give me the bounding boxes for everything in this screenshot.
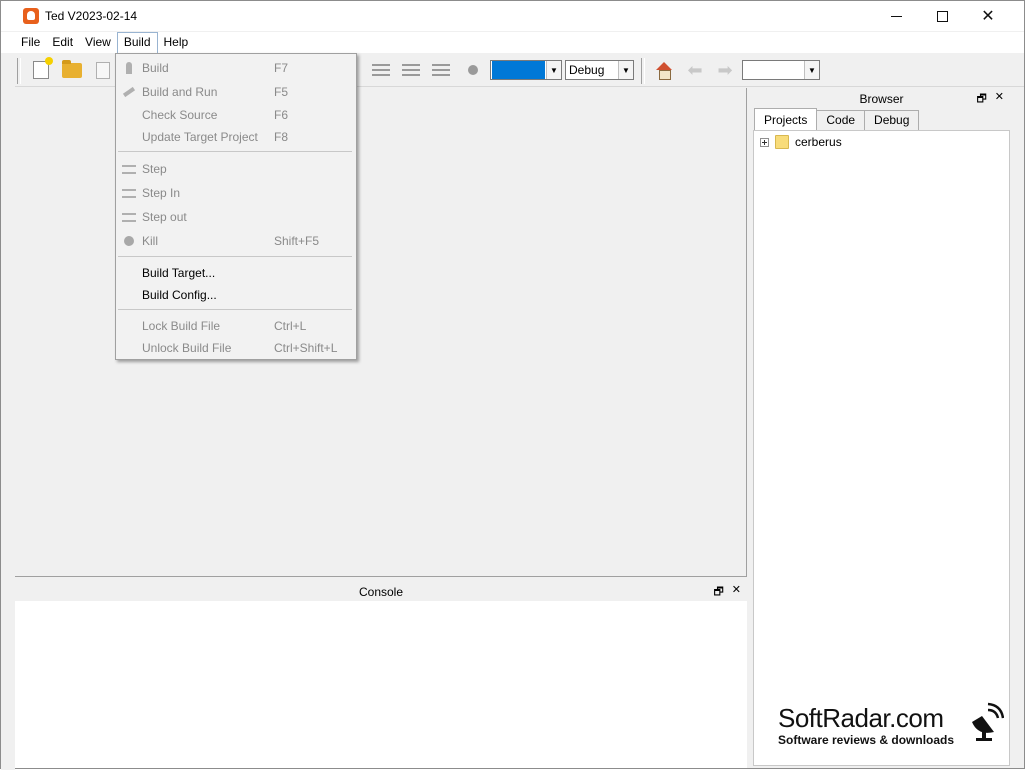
arrow-left-icon: ⬅ [687,59,703,80]
step-button[interactable] [369,59,393,81]
browser-title: Browser [859,92,904,106]
menu-item-kill[interactable]: Kill Shift+F5 [116,230,356,252]
console-title: Console [358,585,404,599]
build-menu-dropdown: Build F7 Build and Run F5 Check Source F… [115,53,357,360]
maximize-icon [936,10,948,22]
step-in-icon [402,64,420,76]
home-icon [656,62,672,80]
step-in-icon [122,188,136,198]
close-file-icon [96,61,110,79]
forward-button[interactable]: ➡ [713,59,737,81]
nav-combo[interactable]: ▼ [742,60,820,80]
tab-debug[interactable]: Debug [864,110,920,130]
menu-item-step-in[interactable]: Step In [116,182,356,204]
close-file-button[interactable] [91,59,115,81]
float-icon[interactable]: 🗗 [976,90,986,109]
step-in-button[interactable] [399,59,423,81]
menu-item-build-target[interactable]: Build Target... [116,262,356,284]
config-combo-value: Debug [569,63,605,77]
menu-item-step[interactable]: Step [116,158,356,180]
back-button[interactable]: ⬅ [683,59,707,81]
left-border [1,88,15,770]
menu-view[interactable]: View [79,32,117,53]
step-icon [372,64,390,76]
tree-item-cerberus[interactable]: cerberus [760,135,842,149]
kill-icon [468,65,478,75]
close-button[interactable]: ✕ [965,1,1011,31]
rocket-icon [126,62,132,74]
step-out-icon [432,64,450,76]
target-combo[interactable]: ▼ [490,60,562,80]
menu-file[interactable]: File [15,32,46,53]
kill-icon [124,236,134,246]
step-out-icon [122,212,136,222]
toolbar-grip[interactable] [641,58,645,84]
open-file-button[interactable] [60,59,84,81]
console-panel: Console 🗗 ✕ [15,579,747,768]
title-bar: Ted V2023-02-14 ✕ [1,1,1024,31]
step-icon [122,164,136,174]
browser-tabs: Projects Code Debug [754,108,920,130]
menu-item-check-source[interactable]: Check Source F6 [116,104,356,126]
chevron-down-icon: ▼ [546,61,561,79]
run-icon [122,86,136,98]
open-folder-icon [62,59,82,78]
menu-separator [118,256,352,257]
app-logo-icon [23,8,39,24]
step-out-button[interactable] [429,59,453,81]
menu-item-build-config[interactable]: Build Config... [116,284,356,306]
menu-item-update-target-project[interactable]: Update Target Project F8 [116,126,356,148]
folder-icon [775,135,789,149]
target-combo-value [492,61,545,79]
maximize-button[interactable] [919,1,965,31]
browser-panel: Browser 🗗 ✕ Projects Code Debug cerberus [751,88,1012,768]
menu-build[interactable]: Build [116,32,158,53]
watermark: SoftRadar.com Software reviews & downloa… [778,702,1018,747]
menu-separator [118,309,352,310]
window-title: Ted V2023-02-14 [45,9,138,23]
close-icon: ✕ [981,8,995,25]
console-output[interactable] [15,601,747,768]
close-icon[interactable]: ✕ [995,90,1004,109]
float-icon[interactable]: 🗗 [713,583,723,602]
toolbar-grip[interactable] [17,58,21,84]
tab-projects[interactable]: Projects [754,108,818,130]
menu-help[interactable]: Help [158,32,195,53]
arrow-right-icon: ➡ [717,59,733,80]
menu-edit[interactable]: Edit [46,32,79,53]
new-file-icon [33,57,53,79]
project-tree[interactable]: cerberus [753,130,1010,766]
chevron-down-icon: ▼ [618,61,633,79]
expand-icon[interactable] [760,137,769,147]
chevron-down-icon: ▼ [804,61,819,79]
menu-bar: File Edit View Build Help [1,32,1024,53]
menu-item-lock-build-file[interactable]: Lock Build File Ctrl+L [116,315,356,337]
menu-separator [118,151,352,152]
menu-item-unlock-build-file[interactable]: Unlock Build File Ctrl+Shift+L [116,337,356,359]
tab-code[interactable]: Code [816,110,866,130]
home-button[interactable] [652,59,676,81]
satellite-dish-icon [972,702,1004,741]
minimize-button[interactable] [873,1,919,31]
close-icon[interactable]: ✕ [732,583,741,602]
kill-button[interactable] [461,59,485,81]
config-combo[interactable]: Debug ▼ [565,60,634,80]
new-file-button[interactable] [29,57,53,81]
tree-item-label: cerberus [795,135,842,149]
menu-item-build[interactable]: Build F7 [116,57,356,79]
menu-item-step-out[interactable]: Step out [116,206,356,228]
nav-combo-value [743,61,804,79]
menu-item-build-and-run[interactable]: Build and Run F5 [116,81,356,103]
app-window: Ted V2023-02-14 ✕ File Edit View Build H… [0,0,1025,770]
minimize-icon [890,15,902,17]
